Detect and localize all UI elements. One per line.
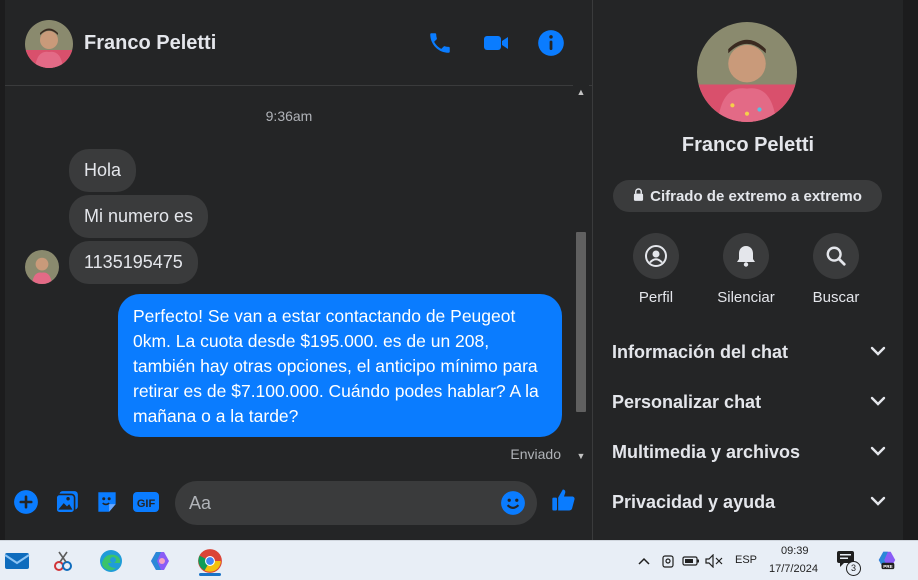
profile-avatar[interactable] — [697, 22, 797, 122]
plus-circle-icon[interactable] — [12, 488, 40, 516]
chevron-down-icon — [870, 393, 886, 411]
section-label: Multimedia y archivos — [612, 441, 801, 462]
edge-icon[interactable] — [94, 545, 128, 577]
search-action-label: Buscar — [812, 289, 860, 306]
scroll-thumb[interactable] — [576, 232, 586, 412]
scroll-down-arrow[interactable]: ▼ — [573, 448, 589, 464]
gif-icon[interactable]: GIF — [132, 488, 160, 516]
image-icon[interactable] — [53, 488, 81, 516]
chevron-down-icon — [870, 343, 886, 361]
notification-count-badge: 3 — [846, 561, 861, 576]
thumbs-up-icon[interactable] — [550, 486, 578, 514]
speaker-muted-icon[interactable] — [704, 551, 724, 571]
chevron-down-icon — [870, 493, 886, 511]
section-label: Privacidad y ayuda — [612, 491, 776, 512]
message-list: 9:36am Hola Mi numero es 1135195475 Perf… — [5, 86, 573, 466]
search-action[interactable]: Buscar — [791, 233, 881, 306]
location-icon[interactable] — [658, 551, 678, 571]
copilot-icon[interactable] — [143, 545, 177, 577]
chat-scrollbar[interactable]: ▲ ▼ — [573, 84, 589, 464]
battery-icon[interactable] — [681, 551, 701, 571]
mail-icon[interactable] — [0, 545, 34, 577]
encryption-badge[interactable]: Cifrado de extremo a extremo — [613, 180, 882, 212]
message-input[interactable]: Aa — [175, 481, 537, 525]
message-composer: GIF Aa — [5, 470, 592, 540]
sender-avatar — [25, 250, 59, 284]
message-timestamp: 9:36am — [265, 108, 313, 124]
message-input-placeholder: Aa — [189, 493, 212, 513]
info-icon[interactable] — [536, 28, 566, 58]
chevron-down-icon — [870, 443, 886, 461]
incoming-message-2[interactable]: Mi numero es — [69, 195, 209, 238]
mute-action-label: Silenciar — [717, 289, 775, 306]
sticker-icon[interactable] — [93, 488, 121, 516]
clock-date[interactable]: 17/7/2024 — [769, 563, 818, 575]
section-media-files[interactable]: Multimedia y archivos — [612, 432, 886, 472]
section-privacy-help[interactable]: Privacidad y ayuda — [612, 482, 886, 522]
search-icon[interactable] — [813, 233, 859, 279]
emoji-icon[interactable] — [499, 489, 527, 517]
mute-action[interactable]: Silenciar — [701, 233, 791, 306]
section-label: Personalizar chat — [612, 391, 762, 412]
chevron-up-icon[interactable] — [634, 551, 654, 571]
notification-count: 3 — [850, 563, 856, 573]
active-app-indicator — [199, 573, 221, 576]
profile-action[interactable]: Perfil — [611, 233, 701, 306]
section-label: Información del chat — [612, 341, 789, 362]
windows-taskbar: ESP 09:39 17/7/2024 3 PRE — [0, 540, 918, 580]
window-edge-right — [903, 0, 918, 540]
messenger-window: Franco Peletti 9:36am Hola Mi numero es — [0, 0, 918, 540]
video-camera-icon[interactable] — [481, 28, 511, 58]
scroll-up-arrow[interactable]: ▲ — [573, 84, 589, 100]
incoming-message-3[interactable]: 1135195475 — [69, 241, 198, 284]
chat-panel: Franco Peletti 9:36am Hola Mi numero es — [5, 0, 592, 540]
contact-avatar[interactable] — [25, 20, 73, 68]
section-chat-info[interactable]: Información del chat — [612, 332, 886, 372]
contact-name[interactable]: Franco Peletti — [84, 32, 216, 55]
svg-text:PRE: PRE — [883, 564, 892, 569]
sent-status: Enviado — [510, 446, 561, 462]
copilot-pre-icon[interactable]: PRE — [876, 549, 898, 571]
chat-info-panel: Franco Peletti Cifrado de extremo a extr… — [592, 0, 903, 540]
chat-header: Franco Peletti — [5, 0, 592, 86]
profile-name: Franco Peletti — [681, 134, 815, 156]
svg-text:GIF: GIF — [137, 498, 156, 510]
lock-icon — [633, 187, 644, 205]
phone-icon[interactable] — [425, 28, 455, 58]
profile-action-label: Perfil — [638, 289, 674, 306]
clock-time[interactable]: 09:39 — [781, 545, 809, 557]
incoming-message-1[interactable]: Hola — [69, 149, 137, 192]
language-indicator[interactable]: ESP — [735, 554, 757, 566]
bell-icon[interactable] — [723, 233, 769, 279]
profile-icon[interactable] — [633, 233, 679, 279]
section-customize-chat[interactable]: Personalizar chat — [612, 382, 886, 422]
outgoing-message[interactable]: Perfecto! Se van a estar contactando de … — [118, 294, 562, 437]
snipping-tool-icon[interactable] — [46, 545, 80, 577]
chrome-icon[interactable] — [193, 545, 227, 577]
encryption-label: Cifrado de extremo a extremo — [650, 187, 862, 205]
